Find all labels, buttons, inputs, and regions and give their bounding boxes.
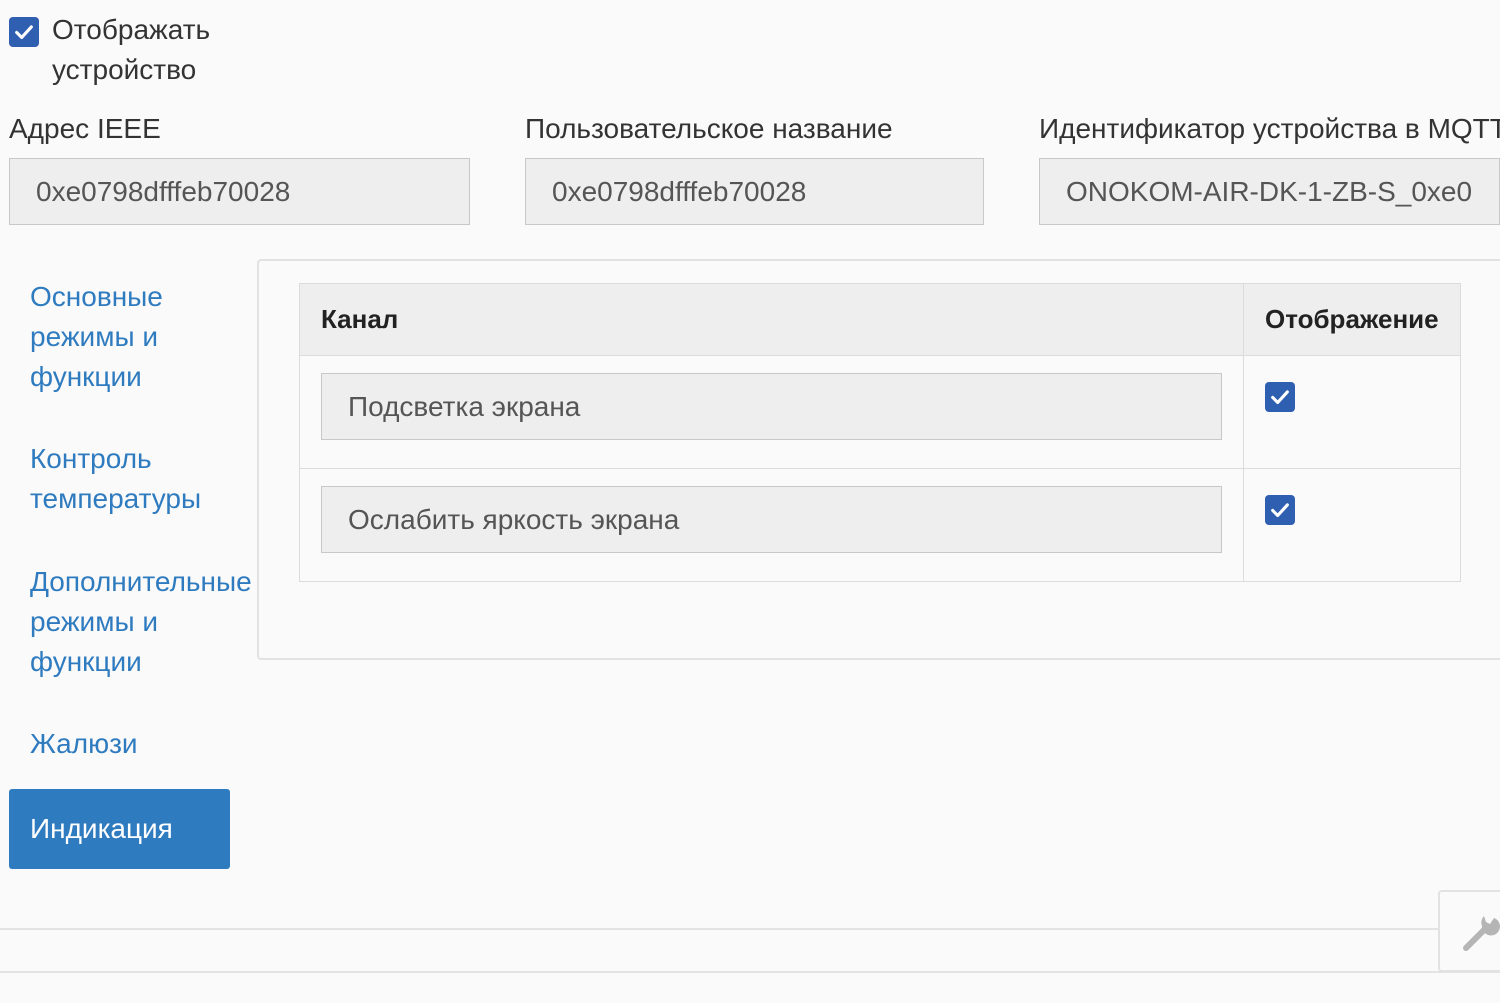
checkmark-icon xyxy=(1271,390,1289,405)
channel-cell xyxy=(299,355,1244,469)
column-header-display: Отображение xyxy=(1243,283,1461,356)
sidebar-item-temperature-control[interactable]: Контроль температуры xyxy=(30,439,240,519)
channel-name-input[interactable] xyxy=(321,486,1222,553)
divider xyxy=(0,971,1500,973)
table-row xyxy=(299,468,1461,582)
sidebar-item-blinds[interactable]: Жалюзи xyxy=(30,724,138,764)
sidebar-item-additional-modes[interactable]: Дополнительные режимы и функции xyxy=(30,562,256,682)
checkmark-icon xyxy=(15,25,33,40)
show-device-checkbox[interactable] xyxy=(9,17,39,47)
display-checkbox[interactable] xyxy=(1265,495,1295,525)
table-header-row: Канал Отображение xyxy=(299,283,1461,356)
sidebar-item-main-modes[interactable]: Основные режимы и функции xyxy=(30,277,240,397)
channel-cell xyxy=(299,468,1244,582)
checkmark-icon xyxy=(1271,503,1289,518)
channel-name-input[interactable] xyxy=(321,373,1222,440)
ieee-address-input[interactable] xyxy=(9,158,470,225)
display-cell xyxy=(1243,468,1461,582)
display-checkbox[interactable] xyxy=(1265,382,1295,412)
channels-table: Канал Отображение xyxy=(299,283,1461,582)
custom-name-label: Пользовательское название xyxy=(525,113,893,144)
settings-button[interactable] xyxy=(1438,890,1500,972)
mqtt-id-input[interactable] xyxy=(1039,158,1500,225)
column-header-channel: Канал xyxy=(299,283,1244,356)
display-cell xyxy=(1243,355,1461,469)
custom-name-input[interactable] xyxy=(525,158,984,225)
device-settings-page: Отображать устройство Адрес IEEE Пользов… xyxy=(0,0,1500,1003)
mqtt-id-label: Идентификатор устройства в MQTT xyxy=(1039,113,1500,144)
wrench-icon xyxy=(1463,916,1500,951)
show-device-label: Отображать устройство xyxy=(52,14,211,85)
divider xyxy=(0,928,1500,930)
sidebar-item-indication[interactable]: Индикация xyxy=(9,789,230,869)
ieee-address-label: Адрес IEEE xyxy=(9,113,161,144)
table-row xyxy=(299,355,1461,469)
